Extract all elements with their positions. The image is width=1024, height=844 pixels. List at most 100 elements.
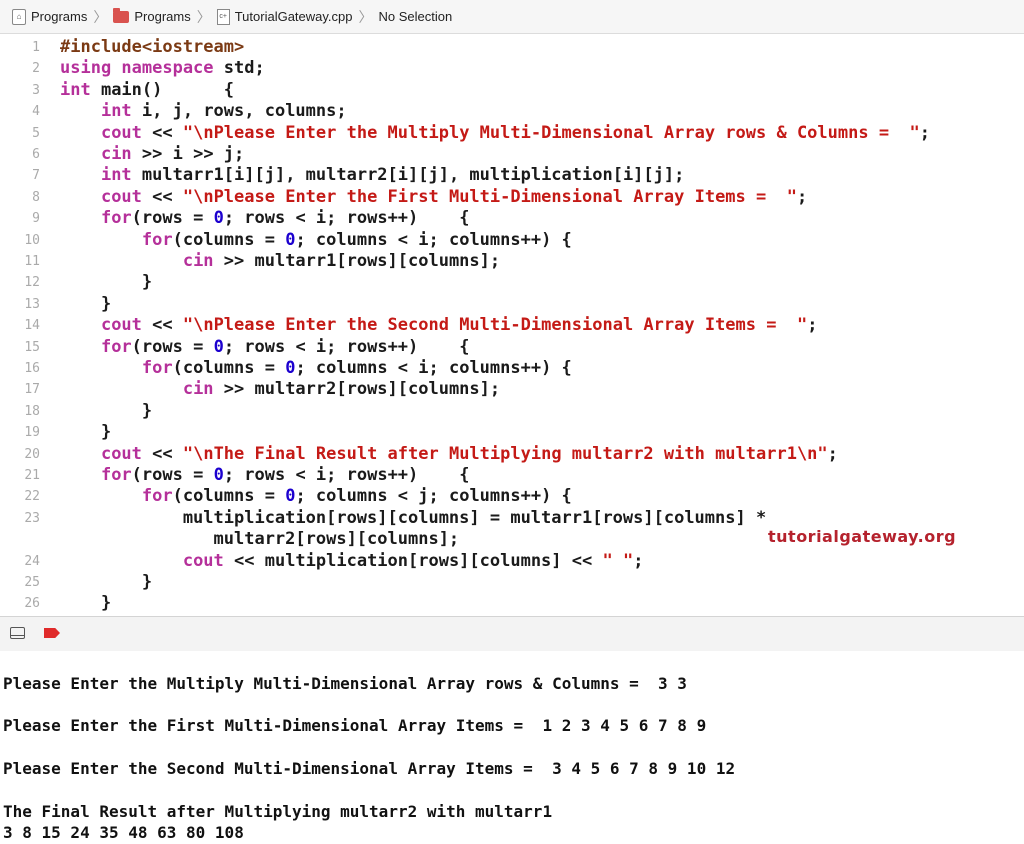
line-number: 12 <box>24 275 40 291</box>
code-token: } <box>60 293 112 314</box>
code-text: } <box>60 572 152 593</box>
line-number: 7 <box>32 168 40 184</box>
code-token: << <box>141 443 183 464</box>
code-token: int <box>60 79 91 100</box>
console-line: Please Enter the First Multi-Dimensional… <box>3 716 707 735</box>
line-number: 22 <box>24 489 40 505</box>
code-token: for <box>141 358 173 378</box>
code-token: >> i >> j; <box>131 144 245 164</box>
code-token: "\nPlease Enter the Second Multi-Dimensi… <box>182 315 808 336</box>
code-token: #include<iostream> <box>60 37 245 57</box>
line-number: 4 <box>32 104 40 120</box>
breadcrumb-folder-label: Programs <box>134 9 191 24</box>
code-token: ; rows < i; rows++) { <box>223 465 470 485</box>
code-text: for(columns = 0; columns < i; columns++)… <box>60 230 572 251</box>
code-token: } <box>60 572 153 592</box>
breadcrumb-file[interactable]: c+ TutorialGateway.cpp <box>216 8 353 25</box>
code-text: } <box>60 422 111 443</box>
code-text: for(rows = 0; rows < i; rows++) { <box>60 336 470 358</box>
line-number: 8 <box>32 189 40 205</box>
hide-debug-area-icon[interactable] <box>10 627 25 639</box>
line-number: 18 <box>24 403 40 419</box>
code-token: ; <box>796 186 808 207</box>
line-number: 26 <box>24 596 40 612</box>
code-token: for <box>100 336 132 357</box>
code-text: cin >> multarr1[rows][columns]; <box>60 251 500 272</box>
code-token: >> multarr1[rows][columns]; <box>213 251 501 271</box>
code-token: ; columns < j; columns++) { <box>295 486 572 507</box>
line-number: 23 <box>24 510 40 526</box>
breadcrumb-selection[interactable]: No Selection <box>379 9 453 24</box>
line-number: 13 <box>24 296 40 312</box>
code-token: 0 <box>285 358 296 378</box>
code-text: #include<iostream> <box>60 37 244 58</box>
code-token: cout <box>100 186 142 207</box>
chevron-right-icon: 〉 <box>93 8 108 25</box>
code-text: cin >> multarr2[rows][columns]; <box>60 379 500 400</box>
code-token: >> multarr2[rows][columns]; <box>213 379 501 400</box>
line-number: 15 <box>24 339 40 355</box>
chevron-right-icon: 〉 <box>358 8 373 25</box>
code-text: cout << "\nPlease Enter the Multiply Mul… <box>60 123 930 144</box>
code-token: " " <box>602 550 634 571</box>
code-text: } <box>60 272 152 293</box>
code-token: cin <box>100 144 132 164</box>
code-text: using namespace std; <box>60 58 265 79</box>
line-number: 24 <box>24 553 40 569</box>
code-text: multarr2[rows][columns]; <box>60 529 460 550</box>
code-token: } <box>60 272 153 293</box>
code-token: 0 <box>285 229 296 250</box>
code-token: "\nPlease Enter the Multiply Multi-Dimen… <box>182 122 920 143</box>
code-token: cout <box>182 550 224 571</box>
code-token: cin <box>182 251 214 271</box>
code-token: "\nPlease Enter the First Multi-Dimensio… <box>182 186 797 207</box>
line-number: 16 <box>24 361 40 376</box>
code-text: cout << "\nThe Final Result after Multip… <box>60 444 838 465</box>
code-token: << <box>141 122 183 143</box>
code-token: ; <box>827 443 838 464</box>
code-text: int main() { <box>60 80 234 101</box>
line-number: 21 <box>24 468 40 483</box>
folder-icon <box>113 7 130 23</box>
console-line: 3 8 15 24 35 48 63 80 108 <box>3 823 244 842</box>
code-token: for <box>100 465 132 485</box>
code-token: main() { <box>90 79 235 100</box>
code-token: (rows = <box>131 336 214 357</box>
code-text: int i, j, rows, columns; <box>60 101 347 122</box>
code-token: cout <box>100 443 142 464</box>
line-number: 19 <box>24 425 40 441</box>
line-number: 2 <box>32 61 40 77</box>
line-number: 9 <box>32 211 40 227</box>
breadcrumb-folder[interactable]: Programs <box>113 7 191 24</box>
code-token: } <box>60 400 153 421</box>
watermark: tutorialgateway.org <box>768 527 957 546</box>
line-number: 6 <box>32 147 40 162</box>
project-icon: ⌂ <box>12 8 26 25</box>
line-number: 3 <box>32 82 40 98</box>
code-token: using namespace <box>60 58 214 79</box>
code-token: ; <box>807 315 818 336</box>
code-token: ; columns < i; columns++) { <box>295 229 572 250</box>
breadcrumb-file-label: TutorialGateway.cpp <box>234 9 353 24</box>
line-number: 1 <box>32 40 40 55</box>
code-text: cout << "\nPlease Enter the Second Multi… <box>60 315 817 336</box>
code-token: 0 <box>285 486 296 507</box>
code-token: "\nThe Final Result after Multiplying mu… <box>182 443 828 464</box>
breadcrumb-project[interactable]: ⌂ Programs <box>12 8 88 25</box>
breakpoint-icon[interactable] <box>44 628 60 638</box>
code-token: 0 <box>213 336 224 357</box>
console-output[interactable]: Please Enter the Multiply Multi-Dimensio… <box>0 651 1024 844</box>
breadcrumb-project-label: Programs <box>31 9 88 24</box>
code-token: cin <box>182 379 214 400</box>
code-token: for <box>100 208 132 229</box>
code-text: } <box>60 401 152 422</box>
line-number: 11 <box>24 254 40 269</box>
